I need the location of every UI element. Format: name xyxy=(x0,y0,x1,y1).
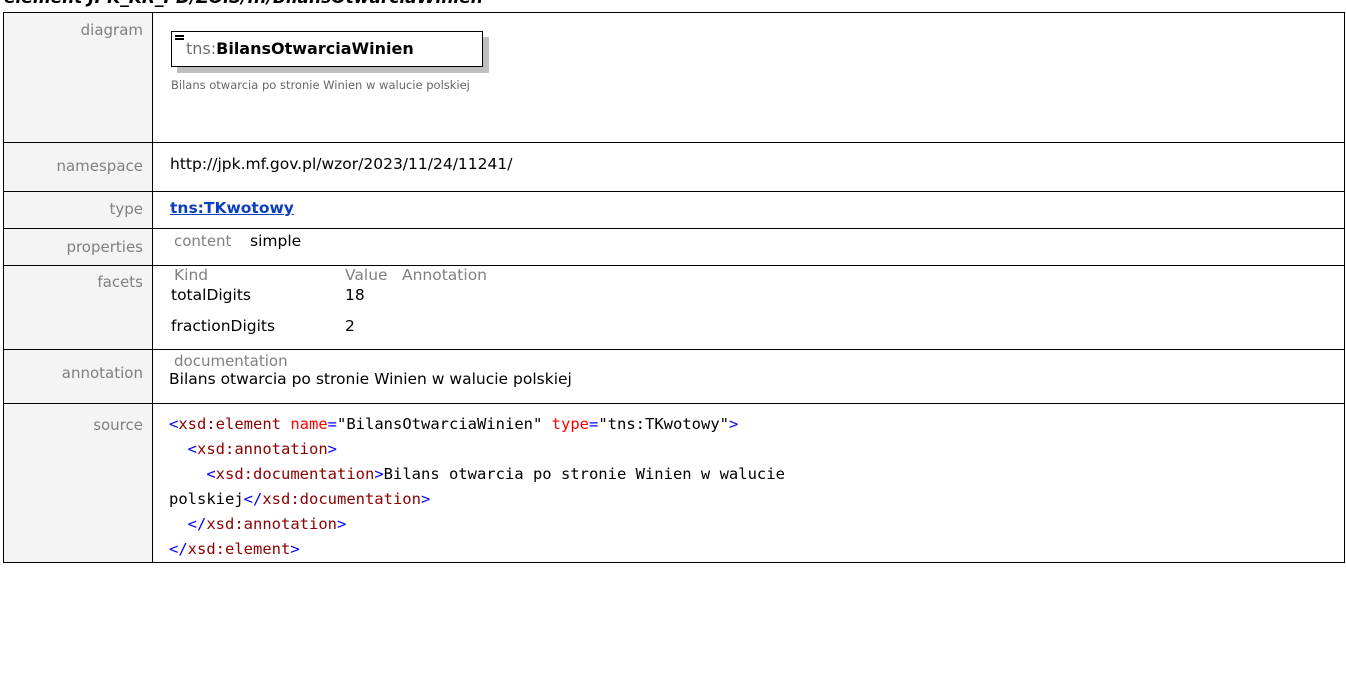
facet-value: 2 xyxy=(345,317,355,335)
source-cell: <xsd:element name="BilansOtwarciaWinien"… xyxy=(152,403,1345,563)
row-annotation: annotation documentation Bilans otwarcia… xyxy=(3,349,1345,404)
annotation-heading: documentation xyxy=(174,352,288,370)
diagram-element-title: tns:BilansOtwarciaWinien xyxy=(186,39,414,58)
source-code: <xsd:element name="BilansOtwarciaWinien"… xyxy=(169,415,785,558)
row-namespace: namespace http://jpk.mf.gov.pl/wzor/2023… xyxy=(3,142,1345,192)
diagram-documentation: Bilans otwarcia po stronie Winien w walu… xyxy=(171,78,470,92)
facet-value: 18 xyxy=(345,286,365,304)
label-diagram: diagram xyxy=(3,12,153,143)
page-header-fragment: element JPK_KR_PD/ZOiS/.../BilansOtwarci… xyxy=(0,0,1346,8)
row-properties: properties content simple xyxy=(3,228,1345,266)
facets-header-kind: Kind xyxy=(174,266,209,284)
property-key: content xyxy=(174,232,232,250)
type-link[interactable]: tns:TKwotowy xyxy=(170,199,294,217)
facet-kind: totalDigits xyxy=(171,286,251,304)
type-value: tns:TKwotowy xyxy=(152,191,1345,229)
label-facets: facets xyxy=(3,265,153,350)
properties-table: diagram tns:BilansOtwarciaWinien Bilans … xyxy=(3,12,1345,563)
facets-cell: Kind Value Annotation totalDigits 18 fra… xyxy=(152,265,1345,350)
facets-table: Kind Value Annotation totalDigits 18 fra… xyxy=(171,266,487,348)
row-diagram: diagram tns:BilansOtwarciaWinien Bilans … xyxy=(3,12,1345,143)
label-source: source xyxy=(3,403,153,563)
element-content-icon xyxy=(175,35,184,42)
property-value: simple xyxy=(250,232,302,250)
label-type: type xyxy=(3,191,153,229)
diagram-prefix: tns: xyxy=(186,39,217,58)
facets-header-annotation: Annotation xyxy=(402,266,488,284)
facet-kind: fractionDigits xyxy=(171,317,276,335)
row-source: source <xsd:element name="BilansOtwarcia… xyxy=(3,403,1345,563)
facet-annotation xyxy=(402,317,487,348)
properties-value: content simple xyxy=(152,228,1345,266)
namespace-value: http://jpk.mf.gov.pl/wzor/2023/11/24/112… xyxy=(152,142,1345,192)
facets-header-row: Kind Value Annotation xyxy=(171,266,487,286)
page-title: element JPK_KR_PD/ZOiS/.../BilansOtwarci… xyxy=(4,0,483,8)
diagram-cell: tns:BilansOtwarciaWinien Bilans otwarcia… xyxy=(152,12,1345,143)
element-diagram-box[interactable]: tns:BilansOtwarciaWinien xyxy=(171,31,483,67)
row-type: type tns:TKwotowy xyxy=(3,191,1345,229)
label-annotation: annotation xyxy=(3,349,153,404)
label-namespace: namespace xyxy=(3,142,153,192)
annotation-text: Bilans otwarcia po stronie Winien w walu… xyxy=(169,370,572,388)
diagram-element-name: BilansOtwarciaWinien xyxy=(216,39,414,58)
facet-row: fractionDigits 2 xyxy=(171,317,487,348)
label-properties: properties xyxy=(3,228,153,266)
row-facets: facets Kind Value Annotation totalDigits… xyxy=(3,265,1345,350)
facet-row: totalDigits 18 xyxy=(171,286,487,317)
facets-header-value: Value xyxy=(345,266,388,284)
facet-annotation xyxy=(402,286,487,317)
annotation-cell: documentation Bilans otwarcia po stronie… xyxy=(152,349,1345,404)
